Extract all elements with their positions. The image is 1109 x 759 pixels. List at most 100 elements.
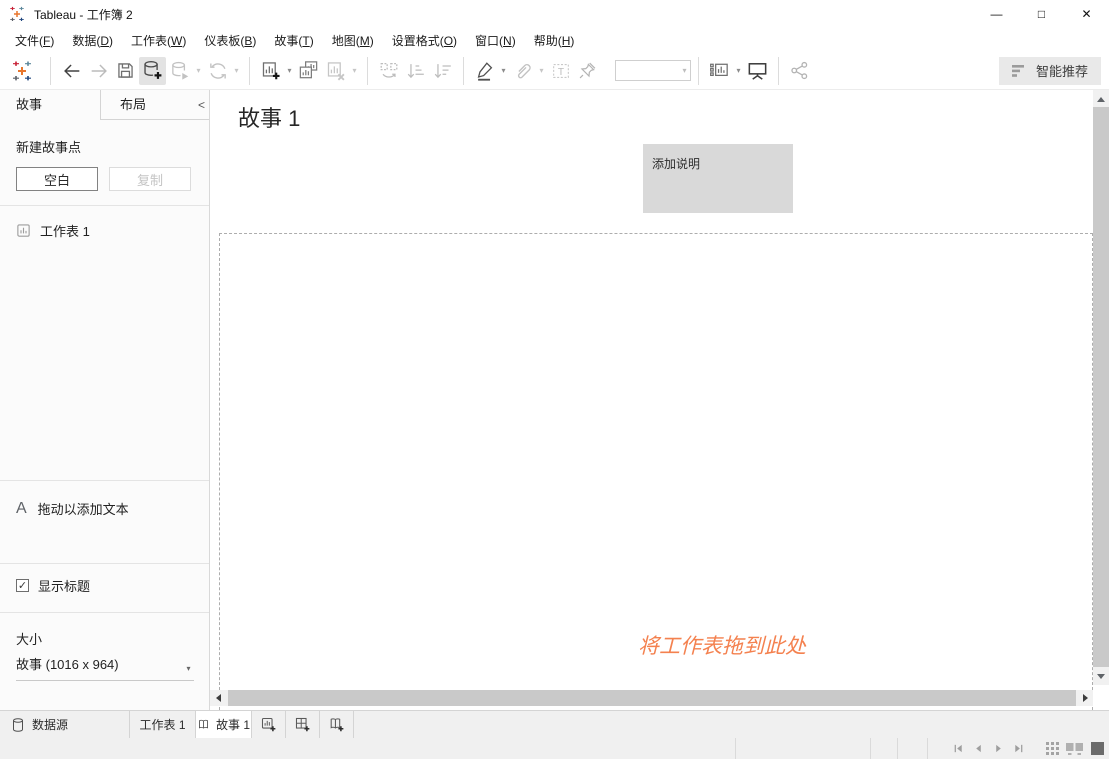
menu-file[interactable]: 文件(F) — [6, 29, 63, 52]
show-filmstrip-button[interactable] — [1065, 742, 1083, 756]
story-title[interactable]: 故事 1 — [238, 101, 300, 133]
show-sheet-sorter-button[interactable] — [1045, 742, 1059, 756]
undo-button[interactable] — [58, 57, 85, 85]
duplicate-sheet-button[interactable] — [295, 57, 322, 85]
scroll-right-icon — [1083, 694, 1088, 702]
close-button[interactable]: ✕ — [1064, 0, 1109, 28]
menu-format[interactable]: 设置格式(O) — [383, 29, 466, 52]
tab-data-source[interactable]: 数据源 — [0, 711, 130, 738]
menu-help[interactable]: 帮助(H) — [525, 29, 584, 52]
window-title: Tableau - 工作簿 2 — [34, 6, 133, 23]
worksheet-item-label: 工作表 1 — [40, 221, 90, 240]
collapse-pane-button[interactable]: < — [194, 90, 209, 120]
sidebar-divider — [0, 563, 209, 564]
scroll-up-icon — [1097, 97, 1105, 102]
duplicate-story-point-button: 复制 — [109, 167, 191, 191]
menu-window[interactable]: 窗口(N) — [466, 29, 525, 52]
first-sheet-icon — [953, 743, 964, 754]
menu-data[interactable]: 数据(D) — [63, 29, 122, 52]
tab-worksheet-1-label: 工作表 1 — [139, 716, 185, 733]
show-mark-labels-button: T — [547, 57, 574, 85]
toolbar: ▾ ▾ ▾ ▾ — [0, 52, 1109, 90]
new-worksheet-caret-icon[interactable]: ▾ — [284, 66, 295, 75]
show-me-button[interactable]: 智能推荐 — [999, 57, 1101, 85]
minimize-button[interactable]: — — [974, 0, 1019, 28]
tab-layout[interactable]: 布局 — [100, 90, 194, 120]
presentation-mode-button[interactable] — [744, 57, 771, 85]
show-tabs-button[interactable] — [1089, 742, 1105, 756]
story-caption-box[interactable]: 添加说明 — [643, 144, 793, 213]
undo-icon — [61, 60, 83, 82]
new-worksheet-button[interactable] — [257, 57, 284, 85]
menu-worksheet[interactable]: 工作表(W) — [122, 29, 195, 52]
pin-icon — [577, 60, 598, 81]
show-hide-cards-button[interactable] — [706, 57, 733, 85]
sort-ascending-icon — [405, 60, 427, 82]
tab-worksheet-1[interactable]: 工作表 1 — [130, 711, 196, 738]
sort-descending-icon — [432, 60, 454, 82]
menu-window-key: N — [503, 34, 512, 48]
blank-story-point-button[interactable]: 空白 — [16, 167, 98, 191]
toolbar-separator — [367, 57, 368, 85]
new-story-tab-button[interactable] — [320, 711, 354, 738]
scroll-down-button[interactable] — [1093, 668, 1109, 684]
drag-text-item[interactable]: A 拖动以添加文本 — [16, 499, 129, 518]
highlight-button[interactable] — [471, 57, 498, 85]
menu-dashboard[interactable]: 仪表板(B) — [195, 29, 265, 52]
scroll-down-icon — [1097, 674, 1105, 679]
new-data-source-button[interactable] — [139, 57, 166, 85]
vertical-scrollbar-thumb[interactable] — [1093, 107, 1109, 667]
new-worksheet-tab-icon — [260, 716, 277, 733]
story-canvas: 故事 1 添加说明 将工作表拖到此处 — [210, 90, 1093, 710]
refresh-icon — [207, 60, 229, 82]
highlight-caret-icon[interactable]: ▾ — [498, 66, 509, 75]
menu-story-post: ) — [310, 34, 314, 48]
toolbar-separator — [249, 57, 250, 85]
tableau-home-button[interactable] — [8, 57, 35, 85]
maximize-button[interactable]: □ — [1019, 0, 1064, 28]
run-update-caret-icon: ▾ — [231, 66, 242, 75]
sort-descending-button — [429, 57, 456, 85]
horizontal-scrollbar[interactable] — [210, 690, 1093, 706]
menu-file-post: ) — [50, 34, 54, 48]
show-cards-caret-icon[interactable]: ▾ — [733, 66, 744, 75]
menu-worksheet-pre: 工作表( — [131, 34, 171, 48]
worksheet-icon — [16, 223, 31, 238]
duplicate-icon — [297, 59, 320, 82]
tab-story[interactable]: 故事 — [0, 90, 100, 120]
toolbar-separator — [778, 57, 779, 85]
show-title-checkbox[interactable]: ✓ — [16, 579, 29, 592]
swap-icon — [378, 60, 400, 82]
previous-sheet-button — [971, 742, 985, 756]
tab-story-1[interactable]: 故事 1 — [196, 711, 252, 738]
status-divider — [735, 738, 736, 759]
toolbar-separator — [50, 57, 51, 85]
title-bar: Tableau - 工作簿 2 — □ ✕ — [0, 0, 1109, 28]
worksheet-list-item[interactable]: 工作表 1 — [16, 221, 90, 240]
menu-story[interactable]: 故事(T) — [265, 29, 322, 52]
menu-story-key: T — [302, 34, 309, 48]
last-sheet-button — [1011, 742, 1025, 756]
vertical-scrollbar[interactable] — [1093, 90, 1109, 685]
clear-sheet-icon — [325, 60, 347, 82]
scroll-right-button[interactable] — [1077, 690, 1093, 706]
menu-map[interactable]: 地图(M) — [323, 29, 383, 52]
tab-bar-empty-space — [354, 711, 1109, 738]
horizontal-scrollbar-thumb[interactable] — [228, 690, 1076, 706]
save-icon — [115, 60, 136, 81]
toolbar-separator — [463, 57, 464, 85]
new-dashboard-tab-button[interactable] — [286, 711, 320, 738]
menu-dashboard-pre: 仪表板( — [204, 34, 244, 48]
scroll-left-button[interactable] — [210, 690, 226, 706]
filmstrip-icon — [1066, 742, 1083, 755]
scroll-up-button[interactable] — [1093, 91, 1109, 107]
new-worksheet-tab-button[interactable] — [252, 711, 286, 738]
swap-rows-columns-button — [375, 57, 402, 85]
story-book-icon — [197, 718, 210, 731]
size-label: 大小 — [16, 629, 42, 648]
menu-help-post: ) — [570, 34, 574, 48]
save-button[interactable] — [112, 57, 139, 85]
menu-window-pre: 窗口( — [475, 34, 503, 48]
menu-dashboard-post: ) — [252, 34, 256, 48]
size-dropdown[interactable]: 故事 (1016 x 964) ▾ — [16, 654, 194, 681]
